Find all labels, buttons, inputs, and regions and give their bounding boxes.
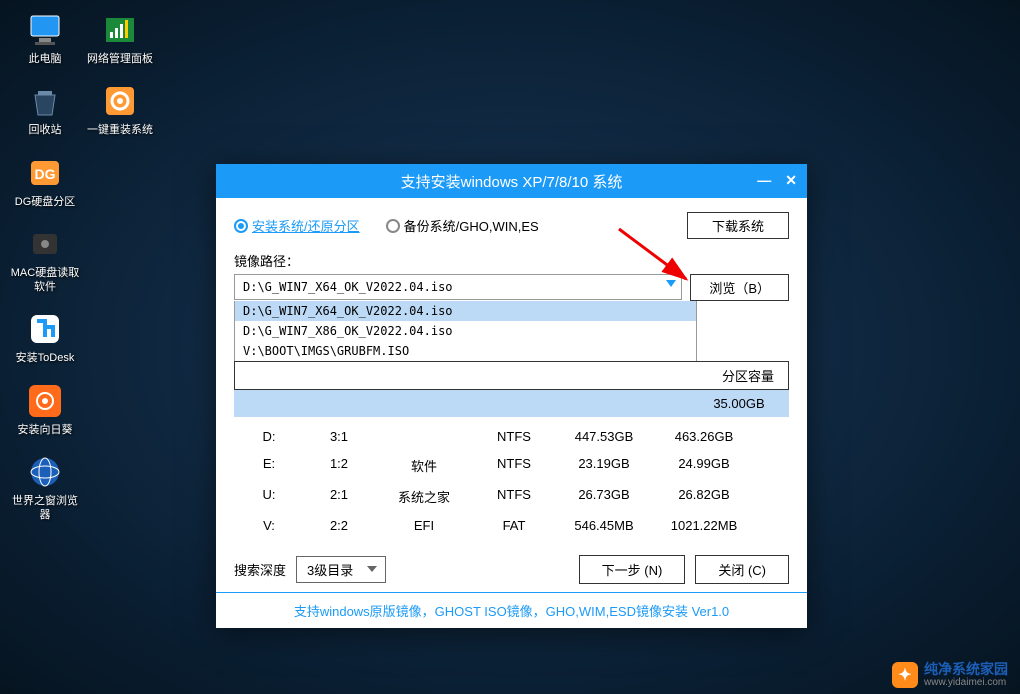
cell-drive: E: bbox=[234, 456, 304, 475]
cell-fs: NTFS bbox=[474, 429, 554, 444]
close-button[interactable]: 关闭 (C) bbox=[695, 555, 789, 584]
table-row[interactable]: D:3:1 NTFS447.53GB463.26GB bbox=[234, 423, 789, 450]
desktop-icon-reinstall[interactable]: 一键重装系统 bbox=[85, 81, 155, 137]
cell-fs: NTFS bbox=[474, 456, 554, 475]
radio-install-restore[interactable]: 安装系统/还原分区 bbox=[234, 216, 360, 235]
next-button[interactable]: 下一步 (N) bbox=[579, 555, 686, 584]
col-header-free: 分区容量 bbox=[708, 362, 788, 389]
close-window-button[interactable]: ✕ bbox=[785, 172, 797, 189]
cell-seq: 1:2 bbox=[304, 456, 374, 475]
cell-free: 463.26GB bbox=[654, 429, 754, 444]
cell-seq: 2:1 bbox=[304, 487, 374, 506]
desktop-icon-todesk[interactable]: 安装ToDesk bbox=[10, 309, 80, 365]
cell-total: 546.45MB bbox=[554, 518, 654, 533]
image-path-label: 镜像路径： bbox=[234, 251, 789, 270]
desktop-icon-pc[interactable]: 此电脑 bbox=[10, 10, 80, 66]
radio-unchecked-icon bbox=[386, 219, 400, 233]
cell-free: 35.00GB bbox=[689, 396, 789, 411]
download-system-button[interactable]: 下载系统 bbox=[687, 212, 789, 239]
cell-volume: 系统之家 bbox=[374, 487, 474, 506]
desktop-icon-recycle[interactable]: 回收站 bbox=[10, 81, 80, 137]
radio-backup[interactable]: 备份系统/GHO,WIN,ES bbox=[386, 216, 539, 235]
window-title: 支持安装windows XP/7/8/10 系统 bbox=[401, 171, 623, 192]
cell-seq: 3:1 bbox=[304, 429, 374, 444]
table-row[interactable]: E:1:2软件NTFS23.19GB24.99GB bbox=[234, 450, 789, 481]
pc-icon bbox=[25, 10, 65, 50]
cell-drive: D: bbox=[234, 429, 304, 444]
mac-icon bbox=[25, 224, 65, 264]
search-depth-label: 搜索深度 bbox=[234, 560, 286, 579]
cell-total: 23.19GB bbox=[554, 456, 654, 475]
cell-total: 447.53GB bbox=[554, 429, 654, 444]
cell-fs: NTFS bbox=[474, 487, 554, 506]
footer-text: 支持windows原版镜像，GHOST ISO镜像，GHO,WIM,ESD镜像安… bbox=[216, 592, 807, 628]
recycle-icon bbox=[25, 81, 65, 121]
dg-icon: DG bbox=[25, 153, 65, 193]
browse-button[interactable]: 浏览（B） bbox=[690, 274, 789, 301]
dropdown-item[interactable]: D:\G_WIN7_X64_OK_V2022.04.iso bbox=[235, 301, 696, 321]
desktop-icon-sunflower[interactable]: 安装向日葵 bbox=[10, 381, 80, 437]
cell-volume: 软件 bbox=[374, 456, 474, 475]
cell-fs: FAT bbox=[474, 518, 554, 533]
dropdown-item[interactable]: V:\BOOT\IMGS\GRUBFM.ISO bbox=[235, 341, 696, 361]
cell-volume: EFI bbox=[374, 518, 474, 533]
cell-free: 1021.22MB bbox=[654, 518, 754, 533]
cell-free: 24.99GB bbox=[654, 456, 754, 475]
sunflower-icon bbox=[25, 381, 65, 421]
cell-drive: U: bbox=[234, 487, 304, 506]
watermark-logo-icon: ✦ bbox=[892, 662, 918, 688]
reinstall-icon bbox=[100, 81, 140, 121]
cell-drive: V: bbox=[234, 518, 304, 533]
titlebar[interactable]: 支持安装windows XP/7/8/10 系统 — ✕ bbox=[216, 164, 807, 198]
radio-checked-icon bbox=[234, 219, 248, 233]
svg-text:DG: DG bbox=[35, 166, 56, 182]
dropdown-item[interactable]: D:\G_WIN7_X86_OK_V2022.04.iso bbox=[235, 321, 696, 341]
desktop-icon-netpanel[interactable]: 网络管理面板 bbox=[85, 10, 155, 66]
search-depth-select[interactable]: 3级目录 bbox=[296, 556, 386, 583]
desktop-icon-mac[interactable]: MAC硬盘读取软件 bbox=[10, 224, 80, 295]
watermark: ✦ 纯净系统家园 www.yidaimei.com bbox=[892, 662, 1008, 688]
cell-total: 26.73GB bbox=[554, 487, 654, 506]
todesk-icon bbox=[25, 309, 65, 349]
image-path-input[interactable] bbox=[234, 274, 682, 300]
dropdown-arrow-icon[interactable] bbox=[666, 280, 676, 287]
cell-seq: 2:2 bbox=[304, 518, 374, 533]
browser-icon bbox=[25, 452, 65, 492]
desktop-icon-dg[interactable]: DGDG硬盘分区 bbox=[10, 153, 80, 209]
table-row[interactable]: U:2:1系统之家NTFS26.73GB26.82GB bbox=[234, 481, 789, 512]
installer-window: 支持安装windows XP/7/8/10 系统 — ✕ 安装系统/还原分区 备… bbox=[216, 164, 807, 628]
netpanel-icon bbox=[100, 10, 140, 50]
cell-volume bbox=[374, 429, 474, 444]
desktop-icon-browser[interactable]: 世界之窗浏览器 bbox=[10, 452, 80, 523]
minimize-button[interactable]: — bbox=[757, 172, 771, 189]
cell-free: 26.82GB bbox=[654, 487, 754, 506]
partition-table: D:3:1NTFS447.53GB463.26GBE:1:2软件NTFS23.1… bbox=[234, 423, 789, 539]
image-path-dropdown: D:\G_WIN7_X64_OK_V2022.04.iso D:\G_WIN7_… bbox=[234, 301, 697, 362]
table-row[interactable]: V:2:2EFIFAT546.45MB1021.22MB bbox=[234, 512, 789, 539]
